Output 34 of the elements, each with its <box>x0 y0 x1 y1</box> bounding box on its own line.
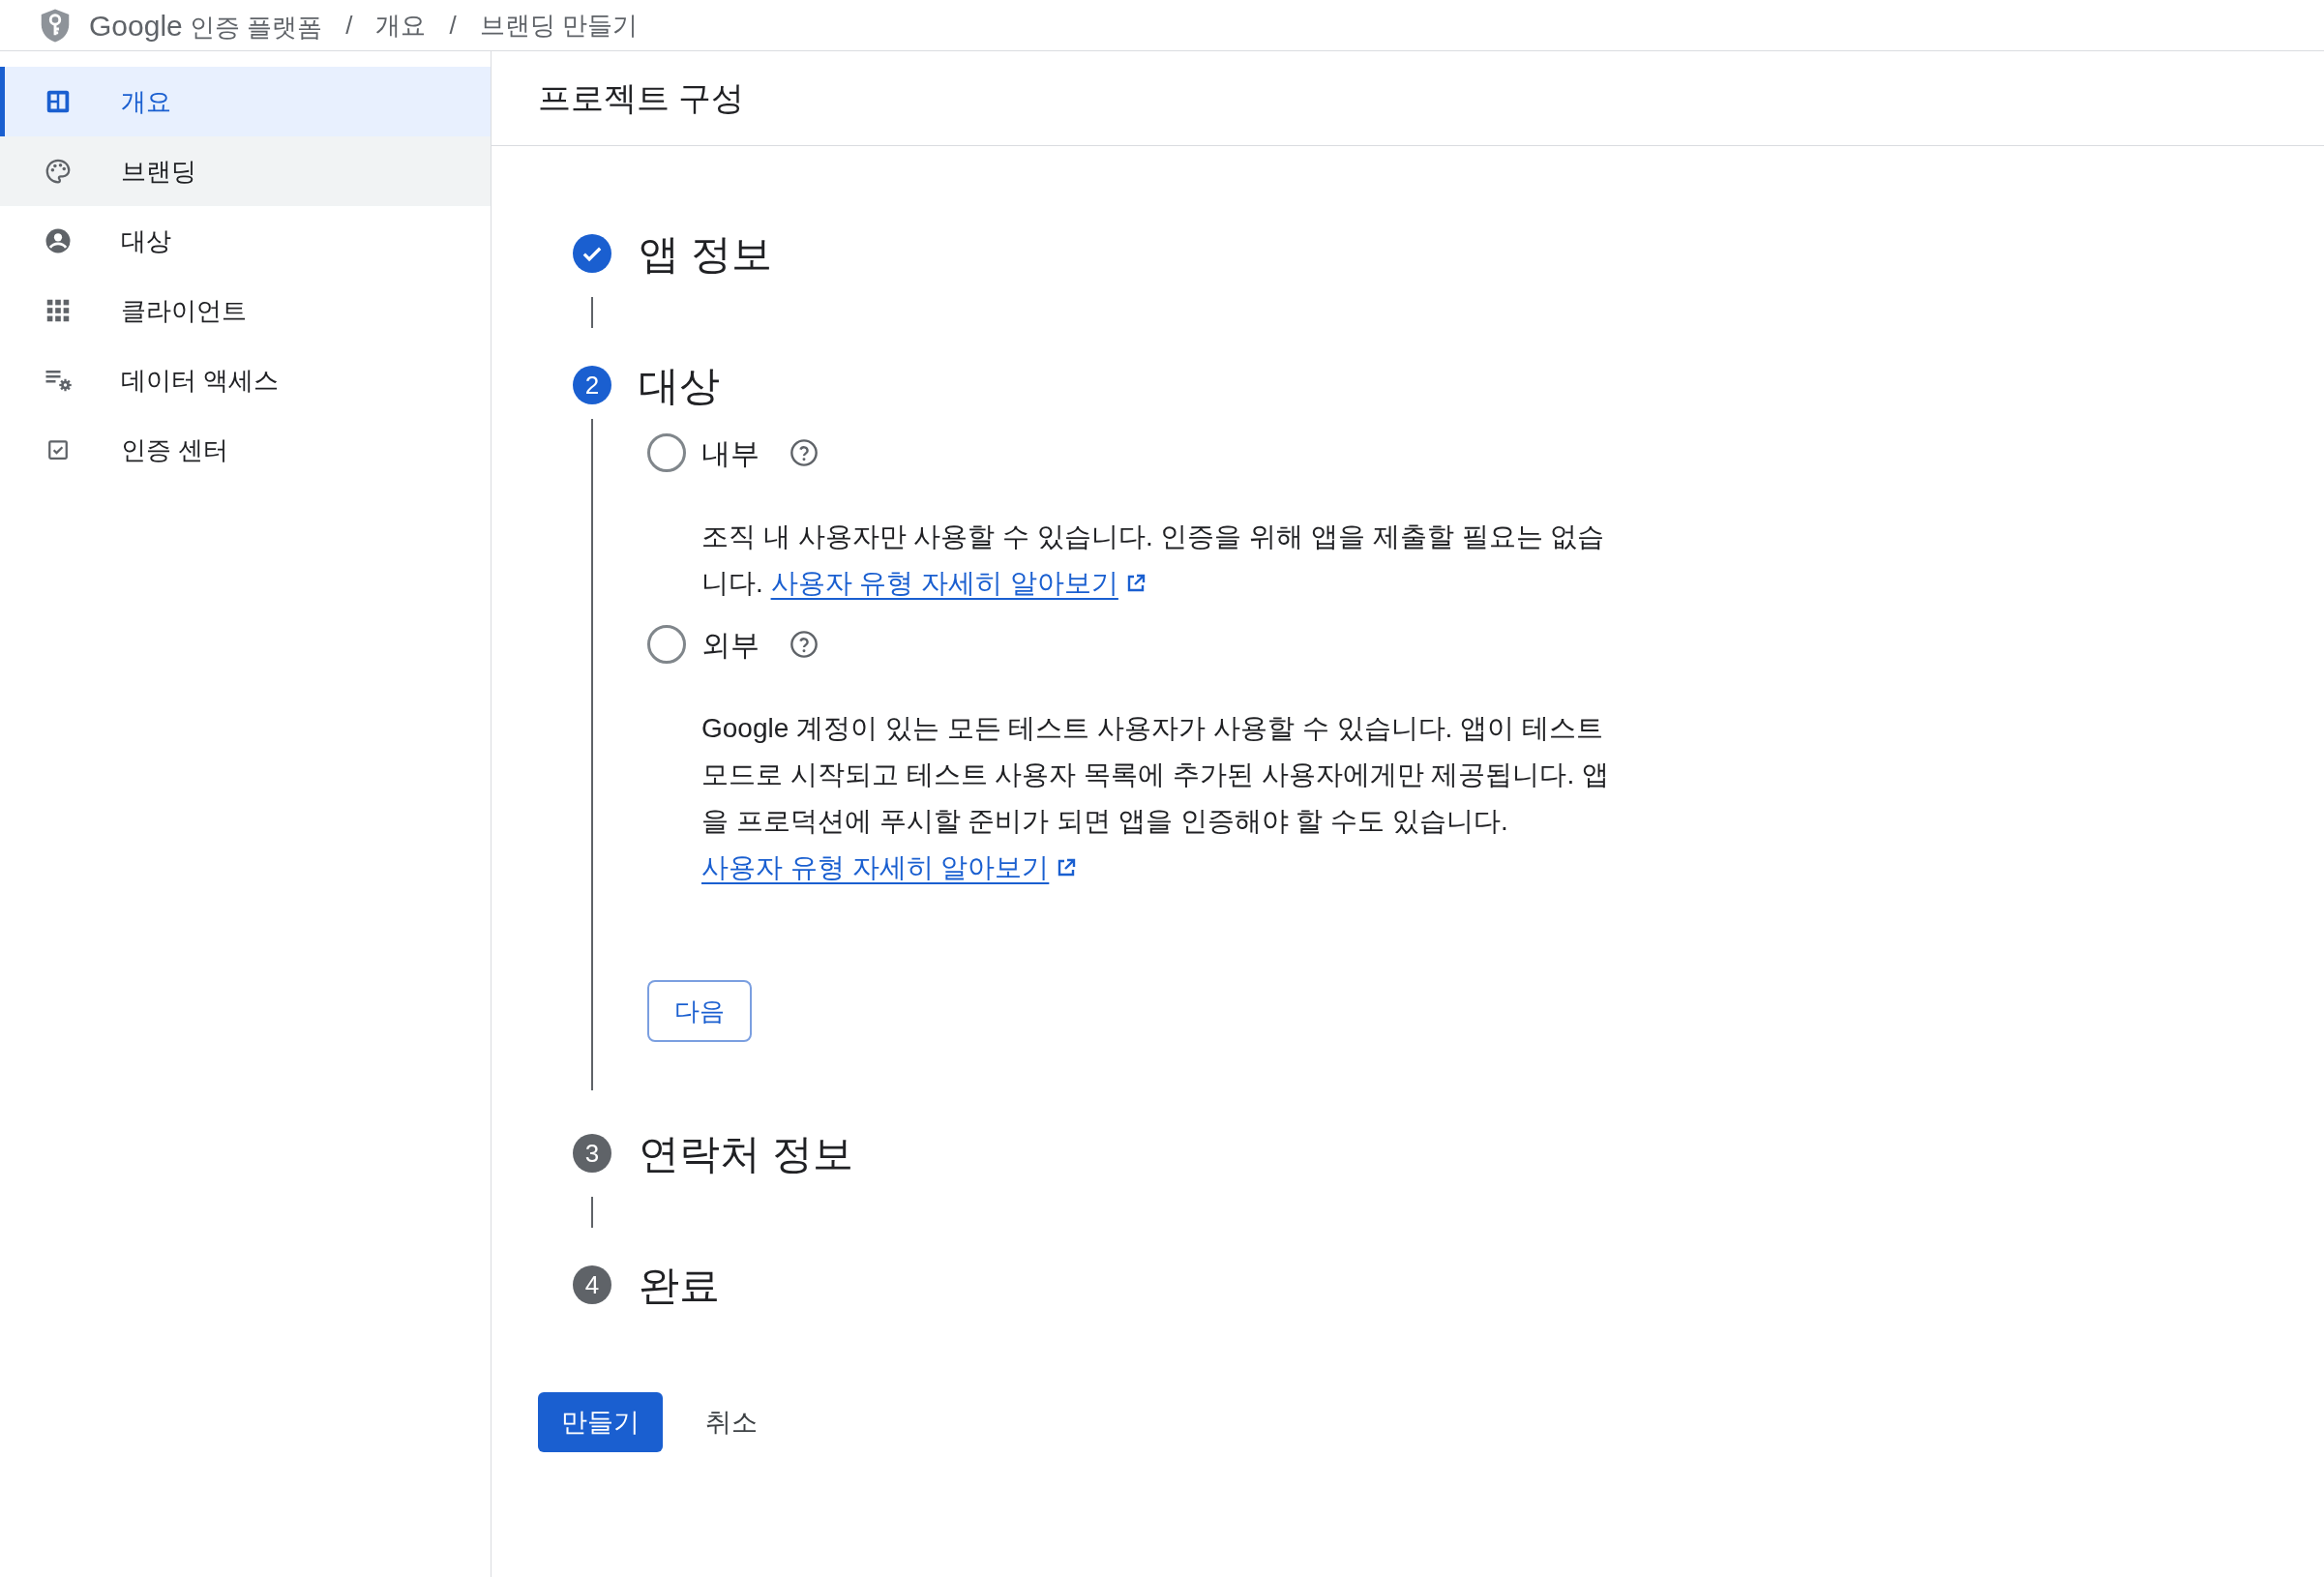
breadcrumb-item: 브랜딩 만들기 <box>479 9 638 42</box>
radio-button[interactable] <box>647 625 686 664</box>
radio-label[interactable]: 외부 <box>701 622 760 667</box>
product-name[interactable]: Google 인증 플랫폼 <box>89 3 323 47</box>
step-title: 앱 정보 <box>639 229 772 279</box>
person-icon <box>44 226 73 255</box>
learn-more-link[interactable]: 사용자 유형 자세히 알아보기 <box>770 560 1147 607</box>
step-number: 3 <box>573 1134 611 1173</box>
page-title: 프로젝트 구성 <box>538 78 745 118</box>
breadcrumb-separator: / <box>344 9 354 42</box>
step-number: 2 <box>573 366 611 404</box>
learn-more-link[interactable]: 사용자 유형 자세히 알아보기 <box>701 845 1079 891</box>
help-icon <box>789 437 819 468</box>
breadcrumb-item[interactable]: 개요 <box>375 6 427 45</box>
sidebar-item[interactable]: 개요 <box>0 67 491 136</box>
step-title: 대상 <box>639 361 720 410</box>
next-button[interactable]: 다음 <box>647 980 752 1042</box>
radio-button[interactable] <box>647 433 686 472</box>
sidebar-item[interactable]: 대상 <box>0 206 491 276</box>
step-title: 연락처 정보 <box>639 1129 853 1178</box>
step-title: 완료 <box>639 1261 720 1310</box>
sidebar-item[interactable]: 브랜딩 <box>0 136 491 206</box>
option-description: 조직 내 사용자만 사용할 수 있습니다. 인증을 위해 앱을 제출할 필요는 없습니다. 사용자 유형 자세히 알아보기 <box>647 479 1615 618</box>
sidebar-item[interactable]: 인증 센터 <box>0 415 491 485</box>
breadcrumb-separator: / <box>448 9 458 42</box>
palette-icon <box>44 157 73 186</box>
sidebar-item[interactable]: 데이터 액세스 <box>0 345 491 415</box>
sidebar-item[interactable]: 클라이언트 <box>0 276 491 345</box>
option-description: Google 계정이 있는 모든 테스트 사용자가 사용할 수 있습니다. 앱이 테스트 모드로 시작되고 테스트 사용자 목록에 추가된 사용자에게만 제공됩니다. 앱을 프로덕션에 푸시할 준비가 되면 앱을 인증해야 할 수도 있습니다. 사용자 유형 자세히 알아보기 <box>647 670 1615 903</box>
radio-label[interactable]: 내부 <box>701 431 760 475</box>
help-icon <box>789 629 819 660</box>
create-button[interactable]: 만들기 <box>538 1392 663 1452</box>
cancel-button[interactable]: 취소 <box>701 1392 761 1452</box>
step-number: 4 <box>573 1265 611 1304</box>
